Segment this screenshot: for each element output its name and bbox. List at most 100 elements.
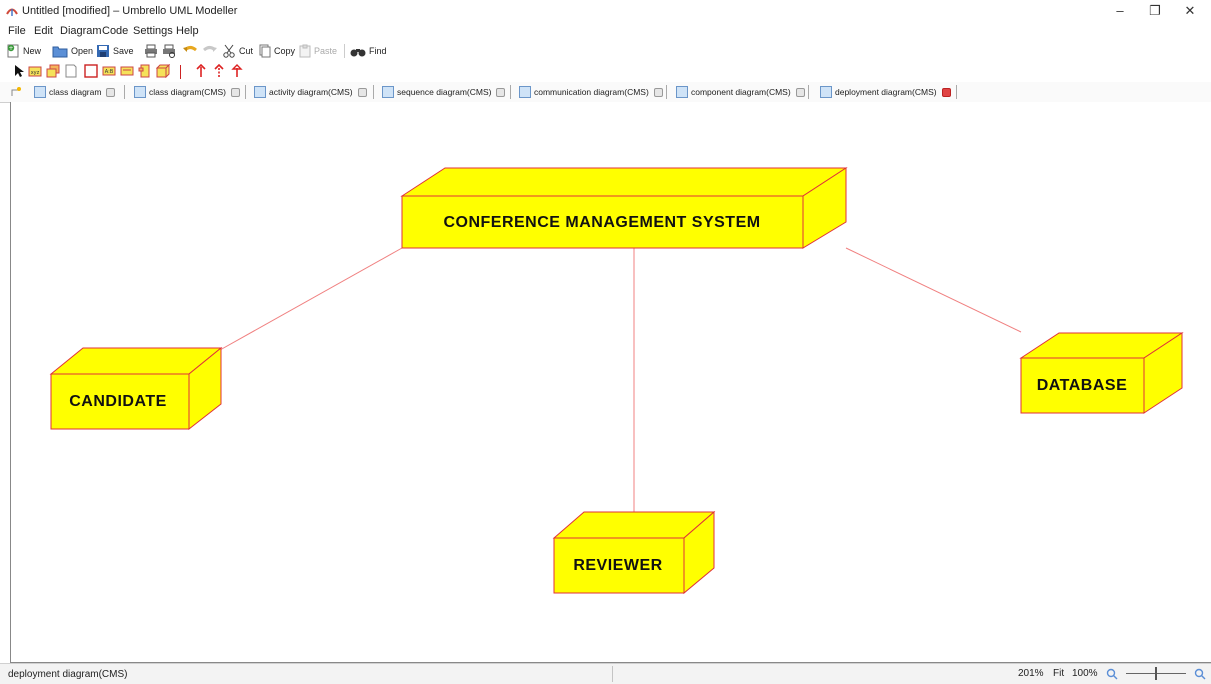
- connector-cms-database[interactable]: [845, 247, 1022, 333]
- tab-communication-diagram-cms[interactable]: communication diagram(CMS): [519, 83, 663, 101]
- new-button[interactable]: + New: [6, 42, 41, 60]
- folder-icon: [52, 46, 68, 58]
- find-label: Find: [369, 46, 387, 56]
- tab-sequence-diagram-cms[interactable]: sequence diagram(CMS): [382, 83, 506, 101]
- close-tab-icon[interactable]: [496, 87, 506, 97]
- text-tool-icon[interactable]: A:B: [102, 64, 116, 78]
- tab-separator: [956, 85, 957, 99]
- node-candidate[interactable]: CANDIDATE: [49, 346, 223, 431]
- print-button[interactable]: [144, 42, 158, 60]
- svg-text:A:B: A:B: [105, 69, 114, 75]
- print-preview-button[interactable]: [162, 42, 176, 60]
- new-tab-icon[interactable]: [10, 86, 22, 98]
- floppy-disk-icon: [97, 45, 109, 57]
- close-tab-icon[interactable]: [231, 87, 240, 97]
- diagram-tool-palette: xyz A:B: [0, 62, 1211, 82]
- tab-label: component diagram(CMS): [691, 87, 791, 97]
- binoculars-icon: [350, 49, 366, 57]
- close-tab-icon[interactable]: [357, 87, 367, 97]
- close-tab-icon[interactable]: [795, 87, 805, 97]
- tab-label: activity diagram(CMS): [269, 87, 353, 97]
- paste-button[interactable]: Paste: [299, 42, 337, 60]
- menu-diagram[interactable]: Diagram: [60, 25, 102, 37]
- minimize-button[interactable]: –: [1104, 2, 1136, 20]
- note-tool-icon[interactable]: [64, 64, 78, 78]
- generalization-arrow-icon[interactable]: [230, 64, 244, 78]
- box-tool-icon[interactable]: [84, 64, 98, 78]
- artifact-tool-icon[interactable]: [120, 64, 134, 78]
- tab-component-diagram-cms[interactable]: component diagram(CMS): [676, 83, 805, 101]
- palette-separator: [180, 65, 181, 79]
- copy-label: Copy: [274, 46, 296, 56]
- close-button[interactable]: ✕: [1174, 2, 1206, 20]
- tab-label: class diagram: [49, 87, 102, 97]
- tab-label: deployment diagram(CMS): [835, 87, 937, 97]
- copy-button[interactable]: Copy: [259, 42, 295, 60]
- redo-icon: [203, 46, 217, 52]
- node-reviewer[interactable]: REVIEWER: [552, 510, 716, 595]
- tab-label: sequence diagram(CMS): [397, 87, 492, 97]
- port-tool-icon[interactable]: [138, 64, 152, 78]
- cut-label: Cut: [239, 46, 254, 56]
- window-title: Untitled [modified] – Umbrello UML Model…: [22, 5, 238, 17]
- zoom-in-icon[interactable]: [1194, 668, 1206, 680]
- redo-button[interactable]: [202, 42, 218, 60]
- node-database[interactable]: DATABASE: [1019, 332, 1184, 414]
- close-active-tab-icon[interactable]: [941, 87, 951, 97]
- node-cms-label: CONFERENCE MANAGEMENT SYSTEM: [443, 214, 760, 231]
- diagram-icon: [134, 86, 146, 98]
- tab-class-diagram-cms[interactable]: class diagram(CMS): [134, 83, 240, 101]
- diagram-canvas[interactable]: CONFERENCE MANAGEMENT SYSTEM CANDIDATE D…: [10, 102, 1211, 663]
- tab-class-diagram[interactable]: class diagram: [34, 83, 116, 101]
- print-preview-icon: [163, 44, 175, 58]
- open-button[interactable]: Open: [52, 42, 93, 60]
- tab-deployment-diagram-cms[interactable]: deployment diagram(CMS): [820, 83, 951, 101]
- object-node-tool-icon[interactable]: [156, 64, 170, 78]
- close-tab-icon[interactable]: [106, 87, 116, 97]
- undo-button[interactable]: [182, 42, 198, 60]
- diagram-icon: [676, 86, 688, 98]
- zoom-fit-button[interactable]: Fit: [1053, 668, 1064, 679]
- copy-icon: [259, 44, 271, 58]
- select-arrow-icon[interactable]: [12, 64, 26, 78]
- dependency-arrow-icon[interactable]: [212, 64, 226, 78]
- tab-separator: [124, 85, 125, 99]
- menu-bar: File Edit Diagram Code Settings Help: [0, 22, 1211, 38]
- diagram-icon: [382, 86, 394, 98]
- tab-separator: [808, 85, 809, 99]
- menu-help[interactable]: Help: [176, 25, 199, 37]
- node-tool-icon[interactable]: xyz: [28, 64, 42, 78]
- menu-file[interactable]: File: [8, 25, 26, 37]
- new-file-icon: +: [7, 44, 19, 58]
- main-toolbar: + New Open Save Cut Copy Paste Find: [0, 40, 1211, 62]
- association-arrow-icon[interactable]: [194, 64, 208, 78]
- save-button[interactable]: Save: [96, 42, 134, 60]
- diagram-icon: [519, 86, 531, 98]
- svg-text:xyz: xyz: [31, 70, 40, 76]
- paste-icon: [299, 44, 311, 58]
- restore-button[interactable]: ❐: [1139, 2, 1171, 20]
- diagram-icon: [820, 86, 832, 98]
- find-button[interactable]: Find: [350, 42, 387, 60]
- cut-button[interactable]: Cut: [222, 42, 253, 60]
- umbrello-app-icon: [6, 8, 18, 16]
- diagram-icon: [254, 86, 266, 98]
- menu-edit[interactable]: Edit: [34, 25, 53, 37]
- zoom-100-button[interactable]: 100%: [1072, 668, 1098, 679]
- status-divider: [612, 666, 613, 682]
- menu-settings[interactable]: Settings: [133, 25, 173, 37]
- zoom-slider-handle[interactable]: [1155, 667, 1157, 680]
- zoom-out-icon[interactable]: [1106, 668, 1118, 680]
- node-database-label: DATABASE: [1037, 377, 1128, 394]
- tab-separator: [510, 85, 511, 99]
- toolbar-separator: [344, 44, 345, 58]
- component-tool-icon[interactable]: [46, 64, 60, 78]
- diagram-tab-bar: class diagram class diagram(CMS) activit…: [0, 82, 1211, 103]
- menu-code[interactable]: Code: [102, 25, 128, 37]
- tab-separator: [373, 85, 374, 99]
- tab-activity-diagram-cms[interactable]: activity diagram(CMS): [254, 83, 367, 101]
- connector-cms-candidate[interactable]: [219, 247, 403, 351]
- svg-text:+: +: [8, 45, 13, 52]
- close-tab-icon[interactable]: [653, 87, 663, 97]
- node-cms[interactable]: CONFERENCE MANAGEMENT SYSTEM: [400, 167, 848, 249]
